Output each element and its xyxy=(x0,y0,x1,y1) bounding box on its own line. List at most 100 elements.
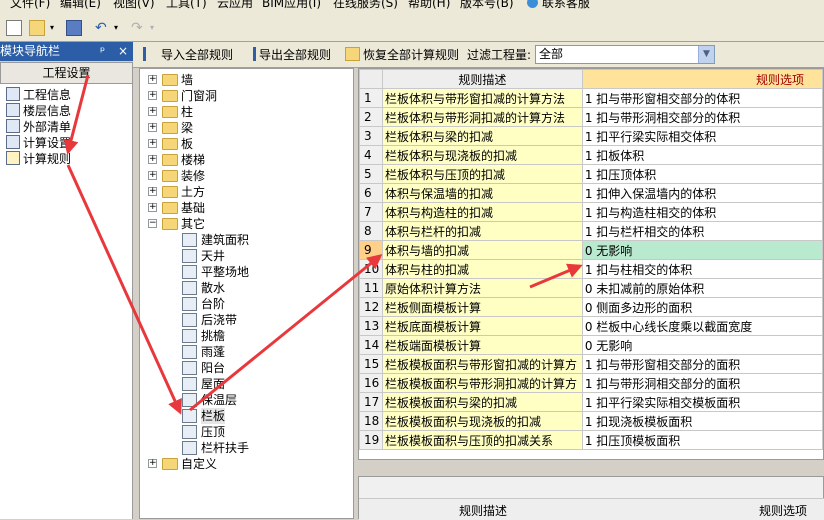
pin-icon[interactable]: ᵖ xyxy=(100,42,105,61)
menu-online-service[interactable]: 在线服务(S) xyxy=(333,0,398,10)
expand-icon[interactable]: + xyxy=(148,171,157,180)
table-row[interactable]: 7 体积与构造柱的扣减 1 扣与构造柱相交的体积 xyxy=(359,202,823,222)
rule-option-cell[interactable]: 0 无影响 xyxy=(581,240,823,260)
tree-node-building-area[interactable]: 建筑面积 xyxy=(140,232,353,248)
tree-node-decoration[interactable]: + 装修 xyxy=(140,168,353,184)
table-row[interactable]: 16 栏板模板面积与带形洞扣减的计算方 1 扣与带形洞相交部分的面积 xyxy=(359,373,823,393)
nav-item-external-list[interactable]: 外部清单 xyxy=(6,119,71,135)
import-all-rules-button[interactable]: 导入全部规则 xyxy=(143,47,233,63)
tree-node-slab[interactable]: + 板 xyxy=(140,136,353,152)
rule-option-cell[interactable]: 1 扣现浇板模板面积 xyxy=(581,411,823,431)
menu-bim[interactable]: BIM应用(I) xyxy=(262,0,321,10)
rule-option-cell[interactable]: 1 扣平行梁实际相交模板面积 xyxy=(581,392,823,412)
menu-file[interactable]: 文件(F) xyxy=(10,0,50,10)
expand-icon[interactable]: + xyxy=(148,187,157,196)
export-all-rules-button[interactable]: 导出全部规则 xyxy=(241,47,331,63)
table-row[interactable]: 5 栏板体积与压顶的扣减 1 扣压顶体积 xyxy=(359,164,823,184)
rule-option-cell[interactable]: 1 扣板体积 xyxy=(581,145,823,165)
expand-icon[interactable]: + xyxy=(148,203,157,212)
table-row[interactable]: 13 栏板底面模板计算 0 栏板中心线长度乘以截面宽度 xyxy=(359,316,823,336)
table-row[interactable]: 1 栏板体积与带形窗扣减的计算方法 1 扣与带形窗相交部分的体积 xyxy=(359,88,823,108)
expand-icon[interactable]: + xyxy=(148,75,157,84)
tree-node-handrail[interactable]: 栏杆扶手 xyxy=(140,440,353,456)
menu-view[interactable]: 视图(V) xyxy=(113,0,155,10)
redo-icon[interactable]: ↷ xyxy=(131,20,147,36)
menu-cloud[interactable]: 云应用 xyxy=(217,0,253,10)
rule-option-cell[interactable]: 1 扣与带形洞相交部分的体积 xyxy=(581,107,823,127)
redo-dropdown-icon[interactable]: ▾ xyxy=(150,20,158,36)
table-row[interactable]: 19 栏板模板面积与压顶的扣减关系 1 扣压顶模板面积 xyxy=(359,430,823,450)
menu-version[interactable]: 版本号(B) xyxy=(460,0,514,10)
new-file-icon[interactable] xyxy=(6,20,22,36)
table-row[interactable]: 12 栏板侧面模板计算 0 侧面多边形的面积 xyxy=(359,297,823,317)
table-row[interactable]: 15 栏板模板面积与带形窗扣减的计算方 1 扣与带形窗相交部分的面积 xyxy=(359,354,823,374)
rule-option-cell[interactable]: 1 扣压顶模板面积 xyxy=(581,430,823,450)
rule-option-cell[interactable]: 1 扣压顶体积 xyxy=(581,164,823,184)
tab-project-settings[interactable]: 工程设置 xyxy=(0,62,133,84)
table-row[interactable]: 3 栏板体积与梁的扣减 1 扣平行梁实际相交体积 xyxy=(359,126,823,146)
nav-item-calc-rules[interactable]: 计算规则 xyxy=(6,151,71,167)
rule-option-cell[interactable]: 0 栏板中心线长度乘以截面宽度 xyxy=(581,316,823,336)
chevron-down-icon[interactable]: ▼ xyxy=(698,46,714,63)
nav-item-calc-settings[interactable]: 计算设置 xyxy=(6,135,71,151)
tree-node-other[interactable]: − 其它 xyxy=(140,216,353,232)
open-folder-icon[interactable] xyxy=(29,20,45,36)
rule-option-cell[interactable]: 1 扣与柱相交的体积 xyxy=(581,259,823,279)
tree-node-eave[interactable]: 挑檐 xyxy=(140,328,353,344)
tree-node-insulation-layer[interactable]: 保温层 xyxy=(140,392,353,408)
nav-item-floor-info[interactable]: 楼层信息 xyxy=(6,103,71,119)
table-row[interactable]: 11 原始体积计算方法 0 未扣减前的原始体积 xyxy=(359,278,823,298)
rule-option-cell[interactable]: 1 扣伸入保温墙内的体积 xyxy=(581,183,823,203)
nav-item-project-info[interactable]: 工程信息 xyxy=(6,87,71,103)
expand-icon[interactable]: + xyxy=(148,107,157,116)
tree-node-balcony[interactable]: 阳台 xyxy=(140,360,353,376)
expand-icon[interactable]: + xyxy=(148,91,157,100)
tree-node-site-leveling[interactable]: 平整场地 xyxy=(140,264,353,280)
rule-option-cell[interactable]: 1 扣与带形洞相交部分的面积 xyxy=(581,373,823,393)
tree-node-door-window[interactable]: + 门窗洞 xyxy=(140,88,353,104)
filter-select[interactable]: 全部 ▼ xyxy=(535,45,715,64)
table-row[interactable]: 17 栏板模板面积与梁的扣减 1 扣平行梁实际相交模板面积 xyxy=(359,392,823,412)
tree-node-wall[interactable]: + 墙 xyxy=(140,72,353,88)
table-row[interactable]: 4 栏板体积与现浇板的扣减 1 扣板体积 xyxy=(359,145,823,165)
rule-option-cell[interactable]: 1 扣与带形窗相交部分的体积 xyxy=(581,88,823,108)
rule-option-cell[interactable]: 1 扣与带形窗相交部分的面积 xyxy=(581,354,823,374)
save-icon[interactable] xyxy=(66,20,82,36)
tree-node-coping[interactable]: 压顶 xyxy=(140,424,353,440)
menu-edit[interactable]: 编辑(E) xyxy=(60,0,101,10)
menu-tools[interactable]: 工具(T) xyxy=(166,0,207,10)
tree-node-apron[interactable]: 散水 xyxy=(140,280,353,296)
tree-node-column[interactable]: + 柱 xyxy=(140,104,353,120)
rule-option-cell[interactable]: 0 无影响 xyxy=(581,335,823,355)
expand-icon[interactable]: + xyxy=(148,459,157,468)
rule-option-cell[interactable]: 0 侧面多边形的面积 xyxy=(581,297,823,317)
tree-node-steps[interactable]: 台阶 xyxy=(140,296,353,312)
menu-contact-support[interactable]: 联系客服 xyxy=(527,0,590,10)
tree-node-foundation[interactable]: + 基础 xyxy=(140,200,353,216)
table-row[interactable]: 8 体积与栏杆的扣减 1 扣与栏杆相交的体积 xyxy=(359,221,823,241)
table-row[interactable]: 18 栏板模板面积与现浇板的扣减 1 扣现浇板模板面积 xyxy=(359,411,823,431)
expand-icon[interactable]: + xyxy=(148,123,157,132)
rule-option-cell[interactable]: 1 扣与栏杆相交的体积 xyxy=(581,221,823,241)
undo-dropdown-icon[interactable]: ▾ xyxy=(114,20,122,36)
expand-icon[interactable]: + xyxy=(148,155,157,164)
tree-node-atrium[interactable]: 天井 xyxy=(140,248,353,264)
tree-node-canopy[interactable]: 雨蓬 xyxy=(140,344,353,360)
tree-node-custom[interactable]: + 自定义 xyxy=(140,456,353,472)
table-row[interactable]: 10 体积与柱的扣减 1 扣与柱相交的体积 xyxy=(359,259,823,279)
table-row[interactable]: 2 栏板体积与带形洞扣减的计算方法 1 扣与带形洞相交部分的体积 xyxy=(359,107,823,127)
tree-node-railing[interactable]: 栏板 xyxy=(140,408,353,424)
menu-help[interactable]: 帮助(H) xyxy=(408,0,450,10)
restore-all-rules-button[interactable]: 恢复全部计算规则 xyxy=(345,47,459,63)
close-icon[interactable]: × xyxy=(118,42,128,61)
rule-option-cell[interactable]: 1 扣平行梁实际相交体积 xyxy=(581,126,823,146)
table-row[interactable]: 6 体积与保温墙的扣减 1 扣伸入保温墙内的体积 xyxy=(359,183,823,203)
open-dropdown-icon[interactable]: ▾ xyxy=(50,20,58,36)
table-row[interactable]: 14 栏板端面模板计算 0 无影响 xyxy=(359,335,823,355)
rule-option-cell[interactable]: 1 扣与构造柱相交的体积 xyxy=(581,202,823,222)
table-row[interactable]: 9 体积与墙的扣减 0 无影响 xyxy=(359,240,823,260)
tree-node-stair[interactable]: + 楼梯 xyxy=(140,152,353,168)
collapse-icon[interactable]: − xyxy=(148,219,157,228)
tree-node-beam[interactable]: + 梁 xyxy=(140,120,353,136)
rule-option-cell[interactable]: 0 未扣减前的原始体积 xyxy=(581,278,823,298)
